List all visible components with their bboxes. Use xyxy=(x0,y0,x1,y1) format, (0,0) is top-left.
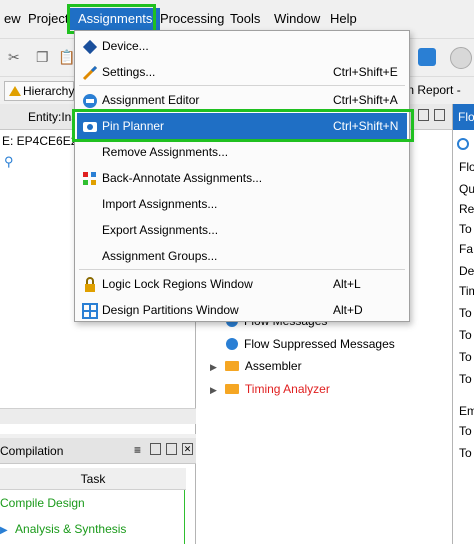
menu-item-settings[interactable]: Settings... Ctrl+Shift+E xyxy=(77,59,407,85)
device-label: Device... xyxy=(102,39,149,53)
flow-item[interactable]: Tim xyxy=(459,284,474,298)
float-icon[interactable] xyxy=(166,443,177,455)
assignment-groups-label: Assignment Groups... xyxy=(102,249,218,263)
menu-item-back-annotate[interactable]: Back-Annotate Assignments... xyxy=(77,165,407,191)
network-icon[interactable] xyxy=(418,48,436,66)
flow-item[interactable]: To xyxy=(459,372,472,386)
menu-item-remove-assignments[interactable]: Remove Assignments... xyxy=(77,139,407,165)
assignment-editor-icon xyxy=(82,92,98,108)
back-annotate-label: Back-Annotate Assignments... xyxy=(102,171,263,185)
menu-item-design-partitions[interactable]: Design Partitions Window Alt+D xyxy=(77,297,407,323)
hierarchy-label: Hierarchy xyxy=(23,84,75,98)
task-analysis-synthesis[interactable]: ▶ Analysis & Synthesis xyxy=(0,522,126,536)
settings-icon xyxy=(82,64,98,81)
task-compile-design[interactable]: Compile Design xyxy=(0,496,85,510)
hierarchy-icon xyxy=(9,86,21,96)
menu-item-import-assignments[interactable]: Import Assignments... xyxy=(77,191,407,217)
play-icon: ▶ xyxy=(0,525,8,536)
flow-item[interactable]: Fa xyxy=(459,242,473,256)
pin-icon[interactable] xyxy=(150,443,161,455)
flow-item[interactable]: To xyxy=(459,446,472,460)
remove-assignments-label: Remove Assignments... xyxy=(102,145,229,159)
settings-label: Settings... xyxy=(102,65,156,79)
flow-item[interactable]: To xyxy=(459,328,472,342)
assembler-label: Assembler xyxy=(244,359,302,373)
expand-arrow-icon[interactable]: ▶ xyxy=(210,362,217,372)
tree-row-assembler[interactable]: ▶ Assembler xyxy=(210,355,302,377)
menu-help[interactable]: Help xyxy=(324,8,363,30)
flow-item[interactable]: Re xyxy=(459,202,474,216)
paste-icon[interactable]: 📋 xyxy=(58,49,75,66)
search-icon[interactable] xyxy=(457,138,469,150)
logic-lock-icon xyxy=(82,276,98,292)
export-assignments-label: Export Assignments... xyxy=(102,223,219,237)
stop-icon[interactable] xyxy=(450,47,472,69)
expand-arrow-icon[interactable]: ▶ xyxy=(210,385,217,395)
progress-divider xyxy=(184,490,185,544)
flow-item[interactable]: To xyxy=(459,424,472,438)
flow-panel: Flo Flo Qu Re To Fa De Tim To To To To E… xyxy=(452,104,474,544)
flow-item[interactable]: To xyxy=(459,222,472,236)
compilation-dropdown[interactable]: Compilation xyxy=(0,444,63,458)
menu-item-device[interactable]: Device... xyxy=(77,33,407,59)
copy-icon[interactable]: ❐ xyxy=(36,49,49,66)
menu-item-export-assignments[interactable]: Export Assignments... xyxy=(77,217,407,243)
menu-window[interactable]: Window xyxy=(268,8,326,30)
tree-row-flow-suppressed[interactable]: Flow Suppressed Messages xyxy=(226,333,395,355)
menu-lines-icon[interactable]: ≡ xyxy=(134,443,141,457)
report-pin-icon[interactable] xyxy=(418,109,429,121)
flow-suppressed-label: Flow Suppressed Messages xyxy=(244,337,395,351)
folder-icon xyxy=(224,384,239,394)
task-analysis-synthesis-label: Analysis & Synthesis xyxy=(15,522,127,536)
info-icon xyxy=(226,338,238,350)
back-annotate-icon xyxy=(82,170,98,186)
design-partitions-icon xyxy=(82,302,98,319)
task-column-header[interactable]: Task xyxy=(0,468,186,490)
design-partitions-shortcut: Alt+D xyxy=(333,303,363,317)
flow-item[interactable]: Flo xyxy=(459,160,474,174)
pin-planner-highlight-box xyxy=(72,109,414,142)
close-icon[interactable]: ✕ xyxy=(182,443,193,455)
cut-icon[interactable]: ✂ xyxy=(8,49,20,66)
horizontal-scrollbar[interactable] xyxy=(0,408,196,424)
logic-lock-label: Logic Lock Regions Window xyxy=(102,277,253,291)
menu-separator xyxy=(79,269,405,270)
flow-item[interactable]: Qu xyxy=(459,182,474,196)
tasks-panel: Compilation ≡ ✕ Task Compile Design ▶ An… xyxy=(0,438,196,544)
import-assignments-label: Import Assignments... xyxy=(102,197,218,211)
hierarchy-tree-icon: ⚲ xyxy=(4,154,14,169)
flow-item[interactable]: Em xyxy=(459,404,474,418)
device-icon xyxy=(82,38,98,55)
report-float-icon[interactable] xyxy=(434,109,445,121)
timing-analyzer-label: Timing Analyzer xyxy=(244,382,330,396)
flow-header[interactable]: Flo xyxy=(453,104,474,130)
tree-row-timing-analyzer[interactable]: ▶ Timing Analyzer xyxy=(210,378,330,400)
menu-tools[interactable]: Tools xyxy=(224,8,266,30)
settings-shortcut: Ctrl+Shift+E xyxy=(333,65,398,79)
logic-lock-shortcut: Alt+L xyxy=(333,277,361,291)
flow-item[interactable]: De xyxy=(459,264,474,278)
assignments-dropdown-menu: Device... Settings... Ctrl+Shift+E Assig… xyxy=(74,30,410,322)
menu-separator xyxy=(79,85,405,86)
menu-item-assignment-groups[interactable]: Assignment Groups... xyxy=(77,243,407,269)
folder-icon xyxy=(224,361,239,371)
menu-processing[interactable]: Processing xyxy=(154,8,230,30)
flow-item[interactable]: To xyxy=(459,306,472,320)
flow-item[interactable]: To xyxy=(459,350,472,364)
hierarchy-dropdown[interactable]: Hierarchy xyxy=(4,81,74,101)
design-partitions-label: Design Partitions Window xyxy=(102,303,239,317)
menu-item-logic-lock[interactable]: Logic Lock Regions Window Alt+L xyxy=(77,271,407,297)
tasks-header: Compilation ≡ ✕ xyxy=(0,438,196,464)
